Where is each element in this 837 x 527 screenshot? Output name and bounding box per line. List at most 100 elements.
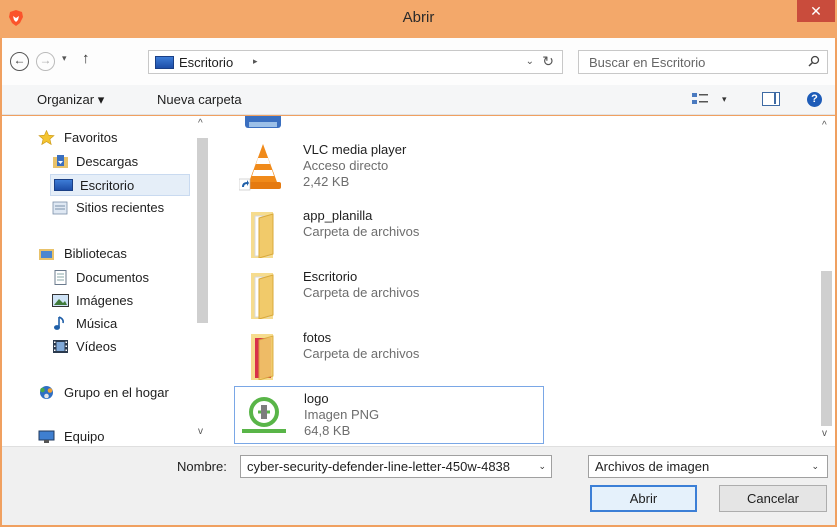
sidebar-item-label: Imágenes [76, 293, 134, 308]
sidebar-favorites[interactable]: Favoritos [38, 127, 195, 149]
new-folder-button[interactable]: Nueva carpeta [157, 92, 242, 107]
sidebar-item-imagenes[interactable]: Imágenes [52, 290, 207, 312]
view-dropdown-icon[interactable]: ▾ [722, 94, 727, 105]
file-type-filter-select[interactable]: Archivos de imagen ⌄ [588, 455, 828, 478]
command-toolbar: Organizar ▾ Nueva carpeta ▾ ? [2, 85, 835, 115]
up-button[interactable]: ↑ [82, 50, 90, 67]
sidebar-item-label: Música [76, 316, 118, 331]
file-type-filter-value: Archivos de imagen [595, 459, 710, 474]
scroll-up-arrow-icon[interactable]: ^ [822, 120, 827, 131]
sidebar-item-label: Sitios recientes [76, 200, 165, 215]
scroll-down-arrow-icon[interactable]: v [822, 428, 827, 439]
file-type: Carpeta de archivos [303, 346, 420, 361]
sidebar-item-sitios-recientes[interactable]: Sitios recientes [52, 197, 207, 219]
homegroup-icon [40, 386, 53, 399]
music-note-icon [54, 316, 64, 330]
organize-button[interactable]: Organizar ▾ [37, 92, 104, 108]
file-item-logo[interactable]: logo Imagen PNG 64,8 KB [234, 386, 544, 444]
sidebar-item-escritorio[interactable]: Escritorio [50, 174, 190, 196]
navigation-scrollbar[interactable]: ^ v [194, 116, 212, 446]
folder-icon [251, 273, 274, 319]
sidebar-item-videos[interactable]: Vídeos [52, 336, 207, 358]
file-type: Imagen PNG [304, 407, 380, 422]
file-list-scrollbar[interactable]: ^ v [818, 116, 835, 446]
cancel-button[interactable]: Cancelar [719, 485, 827, 512]
sidebar-label: Bibliotecas [64, 246, 127, 261]
sidebar-bibliotecas[interactable]: Bibliotecas [39, 243, 195, 265]
pictures-icon [52, 294, 69, 307]
file-type: Carpeta de archivos [303, 285, 420, 300]
sidebar-item-label: Descargas [76, 154, 139, 169]
change-view-icon[interactable] [692, 92, 708, 106]
navigation-pane: Favoritos Descargas Escritorio Sitios re… [2, 116, 214, 446]
file-list: Carpeta de sistema VLC media player Acce… [214, 116, 835, 446]
logo-image-thumbnail [240, 391, 288, 441]
file-item-app-planilla[interactable]: app_planilla Carpeta de archivos [234, 204, 544, 262]
recent-locations-button[interactable]: ▾ [62, 53, 67, 64]
file-size: 2,42 KB [303, 174, 350, 189]
chevron-down-icon[interactable]: ⌄ [538, 461, 546, 472]
dialog-footer: Nombre: cyber-security-defender-line-let… [2, 446, 835, 525]
file-type: Carpeta de archivos [303, 224, 420, 239]
downloads-folder-icon [53, 155, 68, 168]
forward-button[interactable]: → [36, 52, 55, 71]
documents-icon [54, 270, 67, 285]
desktop-folder-icon [155, 56, 174, 69]
video-film-icon [53, 340, 68, 353]
close-button[interactable]: ✕ [797, 0, 835, 22]
sidebar-item-musica[interactable]: Música [52, 313, 207, 335]
search-icon[interactable] [808, 55, 820, 67]
breadcrumb-location[interactable]: Escritorio [179, 55, 233, 70]
sidebar-item-documentos[interactable]: Documentos [52, 267, 207, 289]
recent-places-icon [52, 201, 68, 215]
sidebar-label: Equipo [64, 429, 105, 444]
libraries-icon [39, 249, 54, 260]
back-button[interactable]: ← [10, 52, 29, 71]
title-bar: Abrir ✕ [0, 0, 837, 38]
file-item-escritorio[interactable]: Escritorio Carpeta de archivos [234, 265, 544, 323]
search-box[interactable]: Buscar en Escritorio [578, 50, 828, 74]
sidebar-label: Favoritos [64, 130, 118, 145]
sidebar-item-label: Vídeos [76, 339, 117, 354]
help-icon[interactable]: ? [807, 92, 822, 107]
file-type: Acceso directo [303, 158, 389, 173]
preview-pane-icon[interactable] [762, 92, 780, 106]
sidebar-computer[interactable]: Equipo [38, 426, 195, 446]
address-dropdown-button[interactable]: ⌄ [526, 56, 534, 67]
scroll-up-arrow-icon[interactable]: ^ [198, 118, 203, 129]
file-item-vlc[interactable]: VLC media player Acceso directo 2,42 KB [234, 138, 544, 196]
window-title: Abrir [402, 9, 435, 26]
sidebar-label: Grupo en el hogar [64, 385, 169, 400]
file-item-system-folder[interactable]: Carpeta de sistema [234, 116, 544, 136]
open-button[interactable]: Abrir [590, 485, 697, 512]
computer-icon [38, 430, 55, 443]
star-icon [38, 130, 55, 145]
file-size: 64,8 KB [304, 423, 351, 438]
sidebar-item-label: Documentos [76, 270, 149, 285]
scrollbar-thumb[interactable] [821, 271, 832, 426]
refresh-button[interactable]: ↻ [542, 53, 554, 70]
search-input[interactable]: Buscar en Escritorio [589, 55, 705, 70]
file-name: VLC media player [303, 142, 407, 157]
file-name-combobox[interactable]: cyber-security-defender-line-letter-450w… [240, 455, 552, 478]
file-name-label: Nombre: [177, 459, 227, 474]
scroll-down-arrow-icon[interactable]: v [198, 426, 203, 437]
file-item-fotos[interactable]: fotos Carpeta de archivos [234, 326, 544, 384]
address-bar[interactable]: Escritorio ▸ ⌄ ↻ [148, 50, 563, 74]
address-row: ← → ▾ ↑ Escritorio ▸ ⌄ ↻ Buscar en Escri… [2, 38, 835, 85]
file-name: logo [304, 391, 329, 406]
sidebar-item-descargas[interactable]: Descargas [52, 151, 207, 173]
file-name: Escritorio [303, 269, 358, 284]
scrollbar-thumb[interactable] [197, 138, 208, 323]
breadcrumb-chevron-icon[interactable]: ▸ [253, 56, 258, 67]
file-name-input[interactable]: cyber-security-defender-line-letter-450w… [247, 459, 533, 474]
desktop-icon [54, 179, 73, 191]
photos-folder-icon [251, 334, 274, 380]
sidebar-item-label: Escritorio [80, 178, 135, 193]
file-name: app_planilla [303, 208, 373, 223]
chevron-down-icon[interactable]: ⌄ [811, 461, 819, 472]
folder-icon [251, 212, 274, 258]
file-name: fotos [303, 330, 332, 345]
system-folder-icon [245, 116, 281, 128]
sidebar-homegroup[interactable]: Grupo en el hogar [40, 382, 195, 404]
